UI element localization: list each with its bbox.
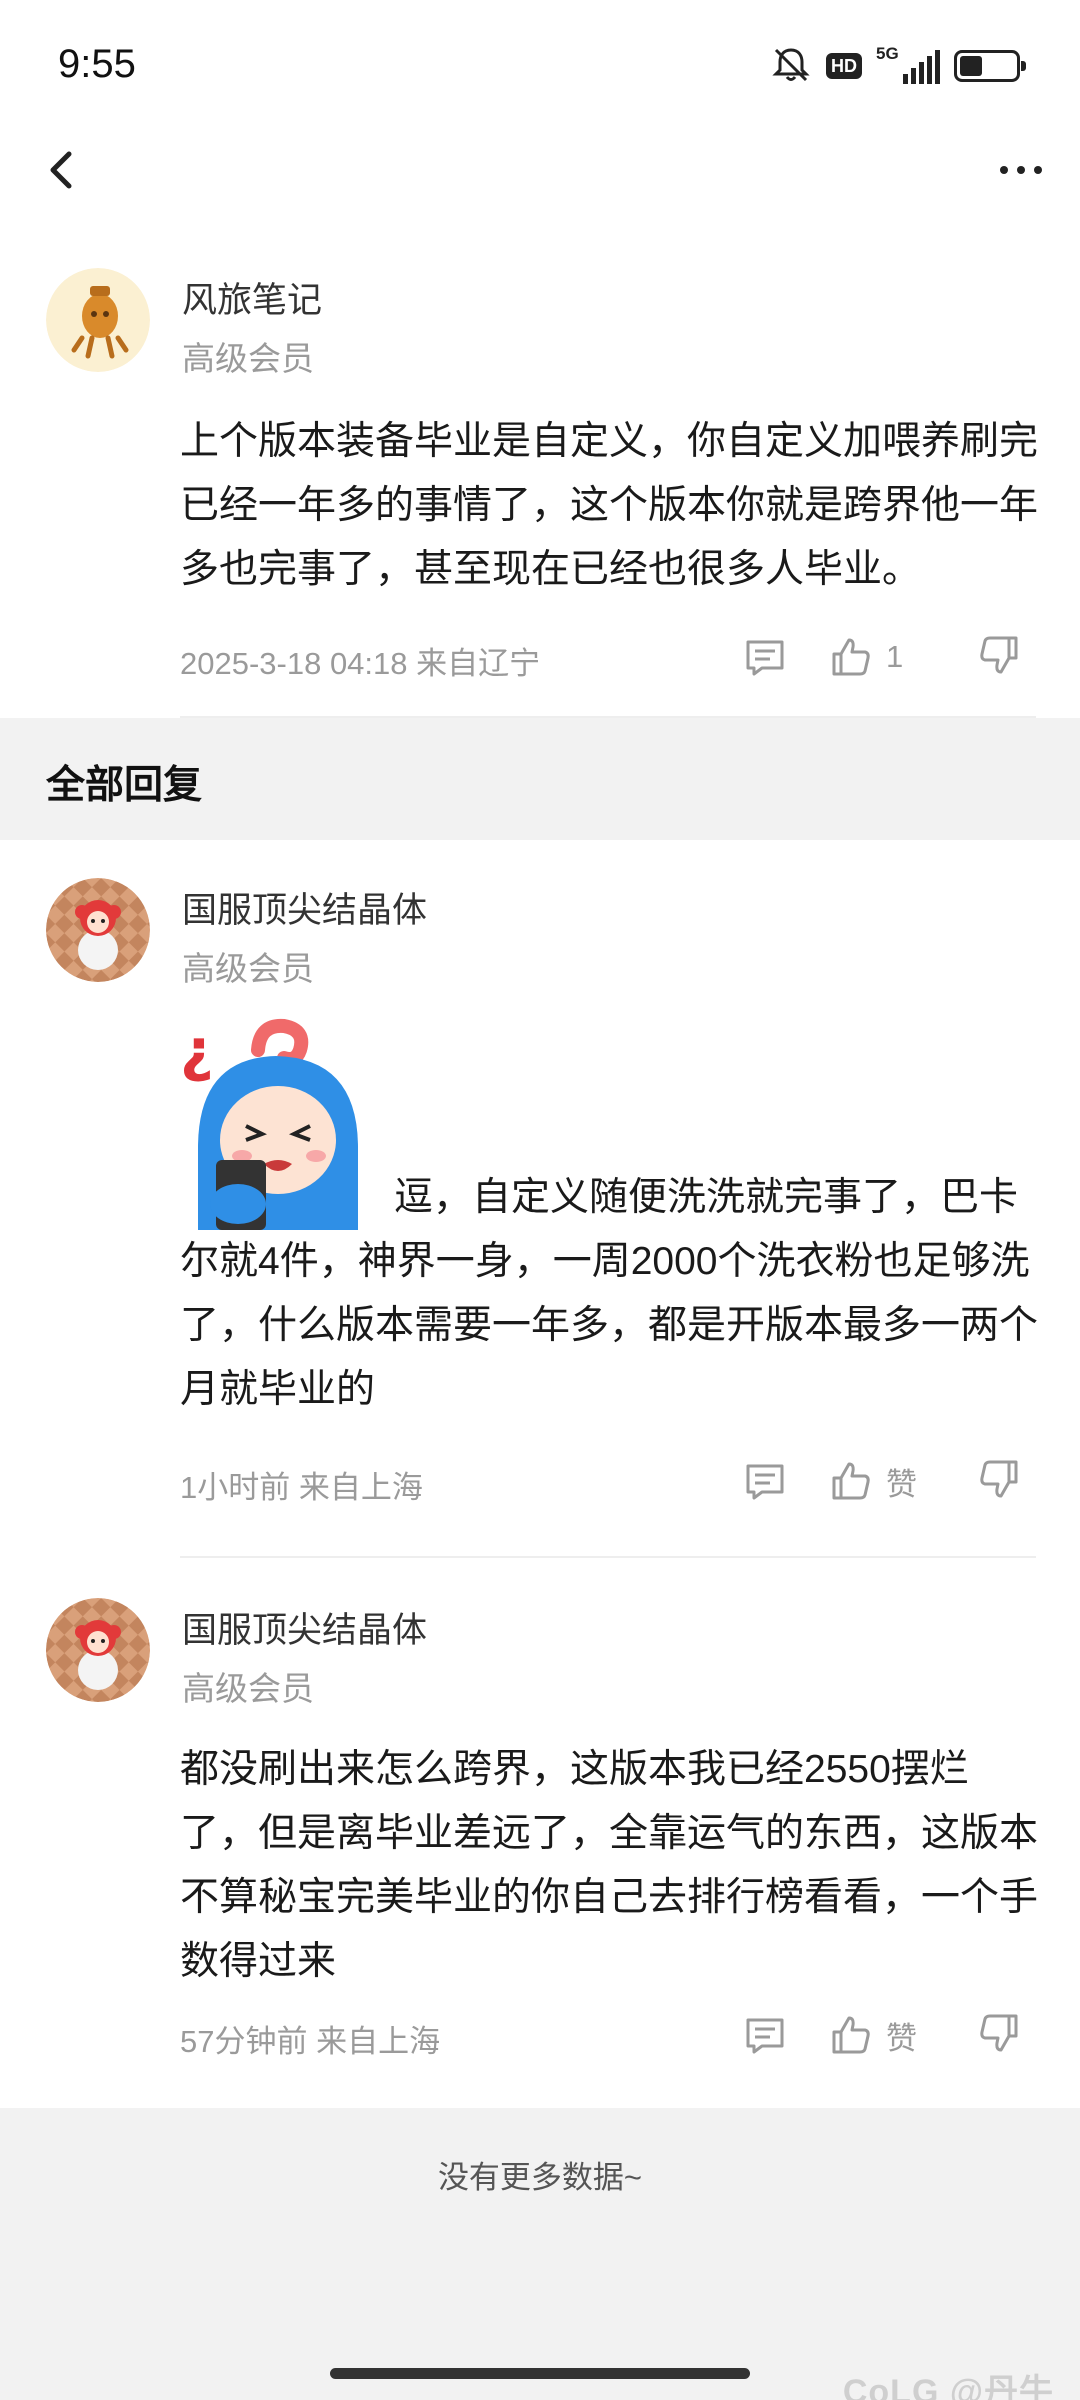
comment-text: 上个版本装备毕业是自定义，你自定义加喂养刷完已经一年多的事情了，这个版本你就是跨… bbox=[180, 420, 1039, 591]
confused-phone-sticker: ¿ bbox=[180, 1016, 376, 1230]
reply-item: 国服顶尖结晶体 高级会员 都没刷出来怎么跨界，这版本我已经2550摆烂了，但是离… bbox=[0, 1590, 1080, 2090]
reply-button[interactable] bbox=[740, 2010, 790, 2060]
comment-icon bbox=[746, 640, 784, 676]
replies-section-header: 全部回复 bbox=[0, 718, 1080, 840]
comment-time-location: 57分钟前 来自上海 bbox=[180, 2024, 441, 2059]
mute-icon bbox=[770, 44, 812, 89]
comment-time-location: 1小时前 来自上海 bbox=[180, 1470, 423, 1505]
dislike-button[interactable] bbox=[976, 2010, 1026, 2060]
comment-meta: 1小时前 来自上海 赞 bbox=[180, 1456, 1040, 1506]
status-icons: HD 5G bbox=[770, 44, 1026, 89]
dislike-button[interactable] bbox=[976, 1456, 1026, 1506]
author-name[interactable]: 国服顶尖结晶体 bbox=[182, 1602, 427, 1653]
member-level: 高级会员 bbox=[182, 1670, 314, 1707]
status-time: 9:55 bbox=[58, 42, 136, 86]
avatar[interactable] bbox=[46, 268, 150, 372]
chevron-left-icon bbox=[50, 151, 72, 189]
no-more-data-text: 没有更多数据~ bbox=[437, 2160, 643, 2195]
thumbs-up-icon bbox=[832, 638, 870, 676]
divider bbox=[180, 1556, 1036, 1558]
comment-icon bbox=[746, 2018, 784, 2054]
svg-text:¿: ¿ bbox=[180, 1018, 214, 1084]
like-button[interactable]: 赞 bbox=[828, 1456, 917, 1506]
thumbs-down-icon bbox=[980, 1460, 1018, 1498]
like-button[interactable]: 1 bbox=[828, 632, 903, 682]
author-name[interactable]: 国服顶尖结晶体 bbox=[182, 882, 427, 933]
back-button[interactable] bbox=[30, 140, 90, 200]
signal-5g-icon: 5G bbox=[876, 44, 940, 86]
list-footer: 没有更多数据~ CoLG @丹牛 bbox=[0, 2108, 1080, 2400]
more-button[interactable] bbox=[986, 140, 1056, 200]
hd-icon: HD bbox=[826, 53, 862, 79]
home-indicator[interactable] bbox=[330, 2368, 750, 2379]
avatar[interactable] bbox=[46, 878, 150, 982]
more-horizontal-icon bbox=[1000, 166, 1008, 174]
avatar[interactable] bbox=[46, 1598, 150, 1702]
like-count: 1 bbox=[886, 639, 904, 674]
dislike-button[interactable] bbox=[976, 632, 1026, 682]
member-level: 高级会员 bbox=[182, 340, 314, 377]
network-label: 5G bbox=[876, 44, 899, 63]
section-title: 全部回复 bbox=[46, 764, 203, 807]
like-label: 赞 bbox=[886, 2020, 917, 2056]
reply-button[interactable] bbox=[740, 632, 790, 682]
comment-meta: 57分钟前 来自上海 赞 bbox=[180, 2010, 1040, 2060]
comment-meta: 2025-3-18 04:18 来自辽宁 1 bbox=[180, 632, 1040, 682]
author-name[interactable]: 风旅笔记 bbox=[182, 272, 322, 323]
watermark: CoLG @丹牛 bbox=[842, 2373, 1054, 2400]
member-level: 高级会员 bbox=[182, 950, 314, 987]
comment-time-location: 2025-3-18 04:18 来自辽宁 bbox=[180, 646, 541, 681]
thumbs-down-icon bbox=[980, 636, 1018, 674]
thumbs-up-icon bbox=[832, 1462, 870, 1500]
thumbs-up-icon bbox=[832, 2016, 870, 2054]
reply-item: 国服顶尖结晶体 高级会员 ¿ 逗，自定义随便洗洗就完事了，巴卡尔就4件，神界一身… bbox=[0, 870, 1080, 1550]
status-bar: 9:55 HD 5G bbox=[0, 0, 1080, 130]
comment-body: ¿ 逗，自定义随便洗洗就完事了，巴卡尔就4件，神界一身，一周2000个洗衣粉也足… bbox=[180, 1016, 1040, 1422]
nav-bar bbox=[0, 130, 1080, 210]
like-button[interactable]: 赞 bbox=[828, 2010, 917, 2060]
thumbs-down-icon bbox=[980, 2014, 1018, 2052]
like-label: 赞 bbox=[886, 1466, 917, 1502]
reply-button[interactable] bbox=[740, 1456, 790, 1506]
main-comment: 风旅笔记 高级会员 上个版本装备毕业是自定义，你自定义加喂养刷完已经一年多的事情… bbox=[0, 260, 1080, 720]
comment-text: 都没刷出来怎么跨界，这版本我已经2550摆烂了，但是离毕业差远了，全靠运气的东西… bbox=[180, 1748, 1039, 1983]
comment-icon bbox=[746, 1464, 784, 1500]
battery-icon bbox=[954, 50, 1026, 82]
